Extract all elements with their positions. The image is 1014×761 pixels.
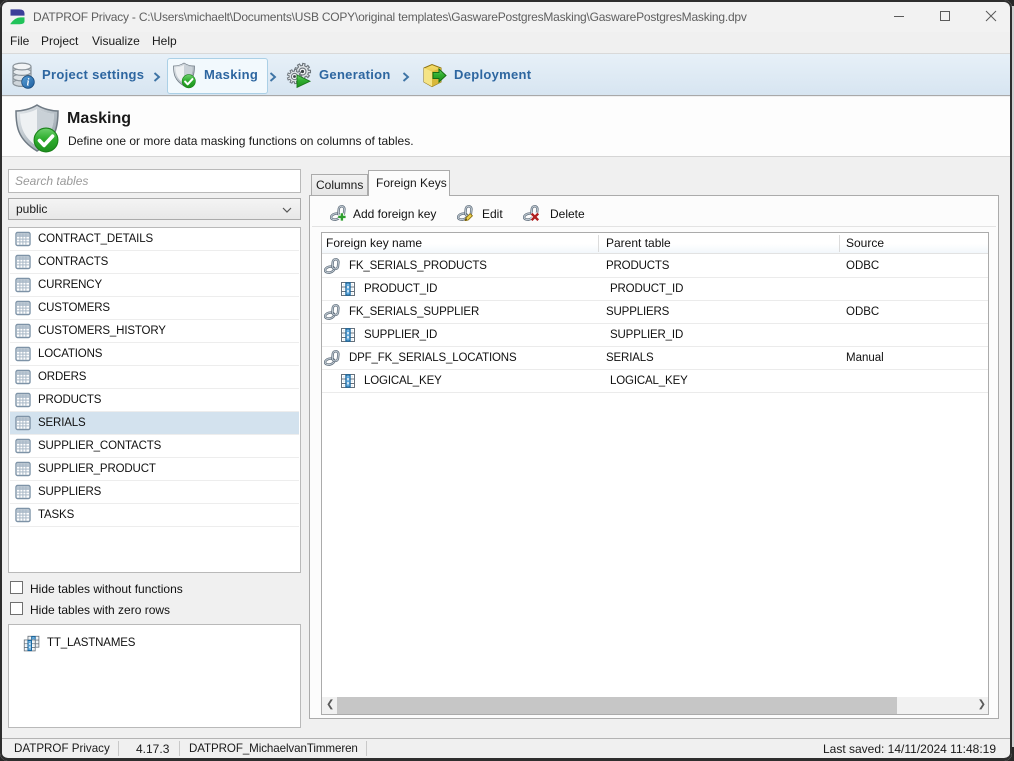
- svg-text:i: i: [27, 78, 30, 89]
